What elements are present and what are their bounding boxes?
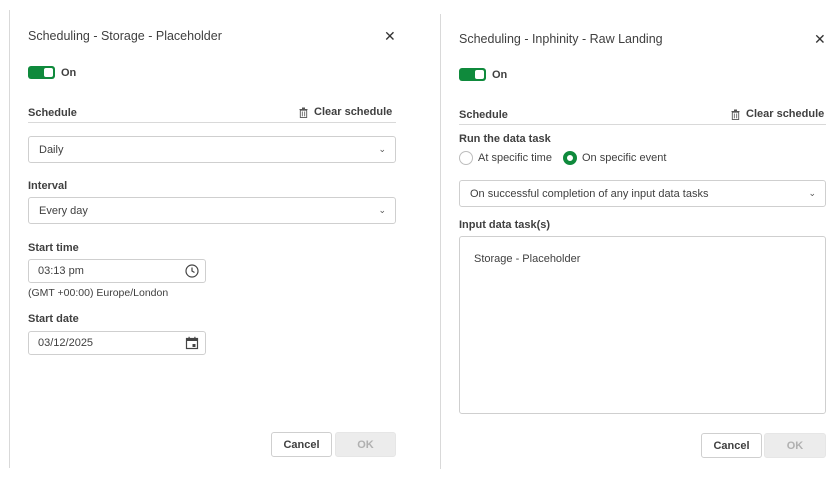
right-dialog-title: Scheduling - Inphinity - Raw Landing xyxy=(459,32,663,46)
clock-icon[interactable] xyxy=(185,264,199,278)
left-on-toggle[interactable] xyxy=(28,66,55,79)
left-schedule-label: Schedule xyxy=(28,107,77,119)
left-schedule-divider xyxy=(28,122,396,123)
chevron-down-icon: ⌄ xyxy=(378,205,386,215)
radio-circle-unselected xyxy=(459,151,473,165)
left-clear-schedule-label: Clear schedule xyxy=(314,106,393,118)
left-scheduling-dialog: Scheduling - Storage - Placeholder ✕ On … xyxy=(0,0,440,489)
left-close-icon[interactable]: ✕ xyxy=(384,29,396,43)
left-start-date-value: 03/12/2025 xyxy=(38,337,94,349)
radio-on-specific-event-label: On specific event xyxy=(582,152,667,164)
left-dialog-title: Scheduling - Storage - Placeholder xyxy=(28,29,222,43)
radio-on-specific-event[interactable]: On specific event xyxy=(563,151,666,165)
left-interval-value: Every day xyxy=(39,205,88,217)
left-cancel-button[interactable]: Cancel xyxy=(271,432,332,457)
right-schedule-label: Schedule xyxy=(459,109,508,121)
run-data-task-label: Run the data task xyxy=(459,133,551,145)
left-timezone-text: (GMT +00:00) Europe/London xyxy=(28,287,169,299)
left-clear-schedule-button[interactable]: Clear schedule xyxy=(299,106,392,118)
left-start-date-input[interactable]: 03/12/2025 xyxy=(28,331,206,355)
left-interval-label: Interval xyxy=(28,180,68,192)
calendar-icon[interactable] xyxy=(185,336,199,350)
left-toggle-label: On xyxy=(61,67,77,79)
radio-at-specific-time-label: At specific time xyxy=(478,152,552,164)
right-cancel-button[interactable]: Cancel xyxy=(701,433,762,458)
right-clear-schedule-label: Clear schedule xyxy=(746,108,825,120)
trash-icon xyxy=(299,107,308,118)
right-scheduling-dialog: Scheduling - Inphinity - Raw Landing ✕ O… xyxy=(441,0,840,489)
left-ok-button[interactable]: OK xyxy=(335,432,396,457)
radio-circle-selected xyxy=(563,151,577,165)
right-clear-schedule-button[interactable]: Clear schedule xyxy=(731,108,824,120)
input-data-tasks-box[interactable]: Storage - Placeholder xyxy=(459,236,826,414)
left-frequency-value: Daily xyxy=(39,144,64,156)
right-ok-button[interactable]: OK xyxy=(764,433,826,458)
chevron-down-icon: ⌄ xyxy=(378,144,386,154)
right-close-icon[interactable]: ✕ xyxy=(814,32,826,46)
right-schedule-divider xyxy=(459,124,826,125)
left-start-date-label: Start date xyxy=(28,313,79,325)
right-on-toggle[interactable] xyxy=(459,68,486,81)
left-interval-select[interactable]: Every day ⌄ xyxy=(28,197,396,224)
input-data-tasks-label: Input data task(s) xyxy=(459,219,551,231)
event-condition-select[interactable]: On successful completion of any input da… xyxy=(459,180,826,207)
input-task-item: Storage - Placeholder xyxy=(474,253,581,265)
event-condition-value: On successful completion of any input da… xyxy=(470,188,709,200)
trash-icon xyxy=(731,109,740,120)
left-start-time-value: 03:13 pm xyxy=(38,265,84,277)
left-start-time-label: Start time xyxy=(28,242,79,254)
right-toggle-label: On xyxy=(492,69,508,81)
left-frequency-select[interactable]: Daily ⌄ xyxy=(28,136,396,163)
chevron-down-icon: ⌄ xyxy=(808,188,816,198)
radio-at-specific-time[interactable]: At specific time xyxy=(459,151,552,165)
left-start-time-input[interactable]: 03:13 pm xyxy=(28,259,206,283)
